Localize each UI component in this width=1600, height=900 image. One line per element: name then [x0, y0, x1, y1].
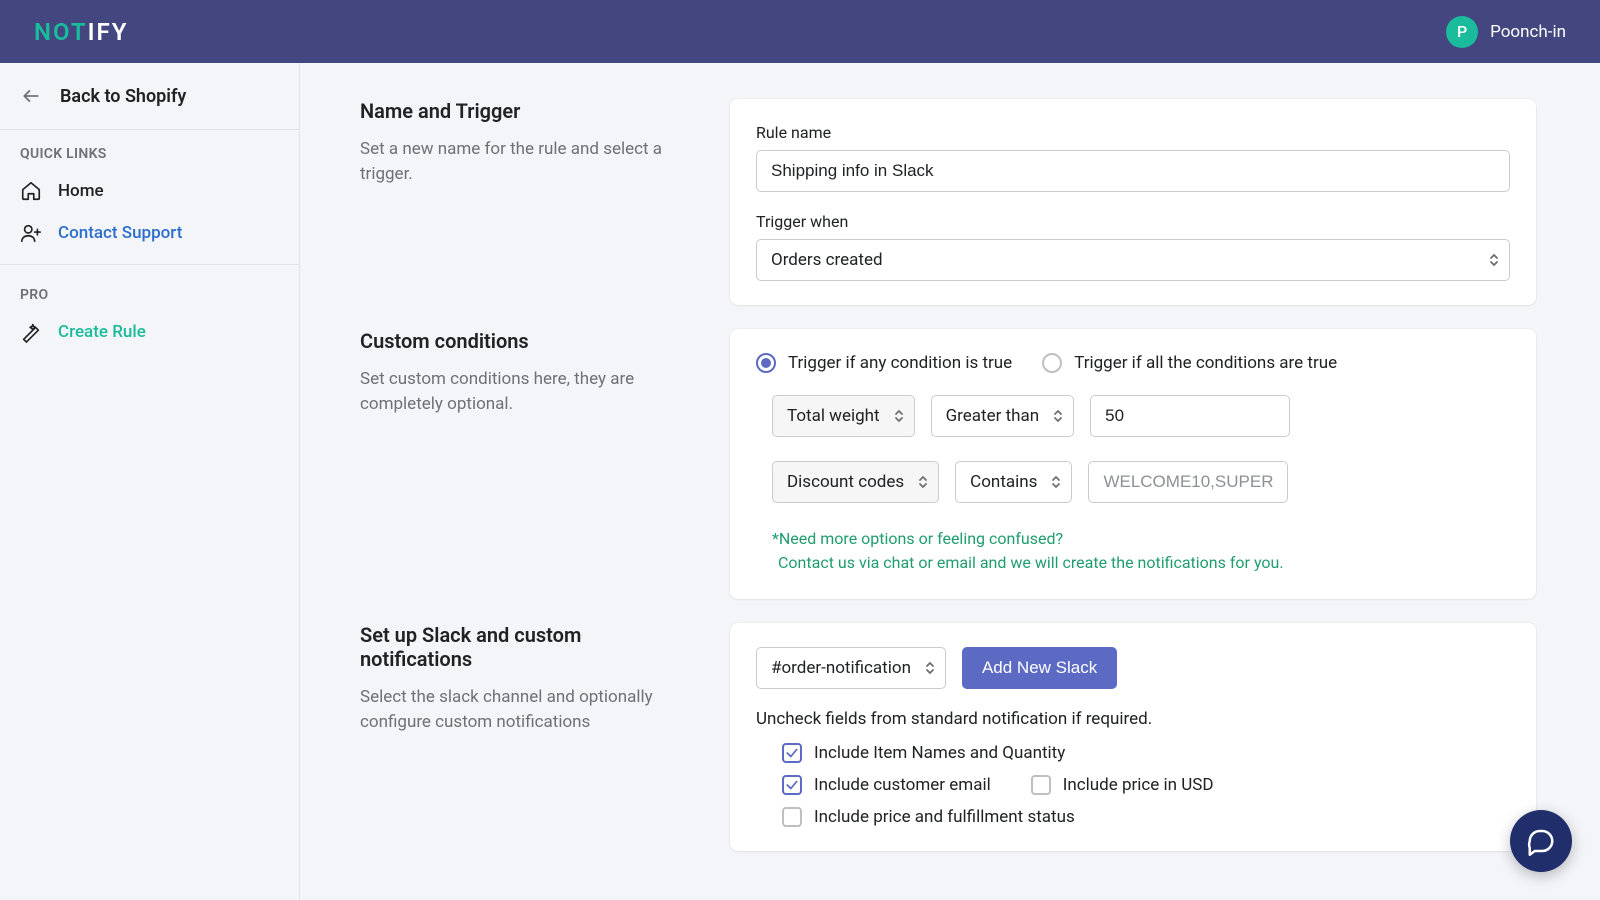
sidebar-item-label: Home [58, 181, 104, 201]
help-line-1: *Need more options or feeling confused? [772, 527, 1510, 551]
avatar: P [1446, 16, 1478, 48]
select-value: Contains [970, 472, 1037, 492]
uncheck-note: Uncheck fields from standard notificatio… [756, 709, 1510, 729]
arrow-left-icon [20, 85, 42, 107]
sidebar-item-contact-support[interactable]: Contact Support [0, 212, 299, 254]
section-custom-conditions: Custom conditions Set custom conditions … [360, 329, 1536, 599]
checkbox-label: Include price in USD [1063, 775, 1214, 795]
section-title: Custom conditions [360, 329, 690, 353]
app-logo: NOTIFY [34, 18, 128, 46]
updown-icon [1051, 474, 1061, 490]
back-label: Back to Shopify [60, 86, 186, 107]
app-header: NOTIFY P Poonch-in [0, 0, 1600, 63]
help-text: *Need more options or feeling confused? … [756, 527, 1510, 575]
slack-channel-select[interactable]: #order-notification [756, 647, 946, 689]
radio-any-condition[interactable]: Trigger if any condition is true [756, 353, 1012, 373]
name-trigger-card: Rule name Trigger when Orders created [730, 99, 1536, 305]
wand-icon [20, 321, 42, 343]
trigger-when-select[interactable]: Orders created [756, 239, 1510, 281]
updown-icon [925, 660, 935, 676]
checkbox-include-price-usd[interactable]: Include price in USD [1031, 775, 1214, 795]
checkbox-label: Include customer email [814, 775, 991, 795]
pro-heading: PRO [0, 271, 299, 311]
sidebar-item-home[interactable]: Home [0, 170, 299, 212]
sidebar-item-label: Create Rule [58, 322, 146, 342]
section-description: Set a new name for the rule and select a… [360, 137, 690, 186]
condition-operator-select[interactable]: Greater than [931, 395, 1075, 437]
sidebar: Back to Shopify QUICK LINKS Home Contact… [0, 63, 300, 900]
select-value: #order-notification [771, 658, 911, 678]
condition-field-select[interactable]: Discount codes [772, 461, 939, 503]
checkbox-include-price-fulfillment[interactable]: Include price and fulfillment status [782, 807, 1075, 827]
home-icon [20, 180, 42, 202]
condition-value-input[interactable] [1090, 395, 1290, 437]
updown-icon [1053, 408, 1063, 424]
person-plus-icon [20, 222, 42, 244]
logo-text-right: IFY [88, 18, 129, 46]
section-title: Set up Slack and custom notifications [360, 623, 690, 671]
checkbox-icon [1031, 775, 1051, 795]
select-value: Orders created [771, 250, 883, 270]
checkbox-icon [782, 743, 802, 763]
checkbox-label: Include price and fulfillment status [814, 807, 1075, 827]
avatar-letter: P [1457, 22, 1467, 41]
radio-icon [756, 353, 776, 373]
select-value: Discount codes [787, 472, 904, 492]
checkbox-icon [782, 775, 802, 795]
condition-row-2: Discount codes Contains [756, 461, 1510, 503]
checkbox-include-items-qty[interactable]: Include Item Names and Quantity [782, 743, 1065, 763]
checkbox-icon [782, 807, 802, 827]
condition-operator-select[interactable]: Contains [955, 461, 1072, 503]
checkbox-include-customer-email[interactable]: Include customer email [782, 775, 991, 795]
radio-icon [1042, 353, 1062, 373]
notification-options: Include Item Names and Quantity Include … [756, 743, 1510, 827]
section-description: Select the slack channel and optionally … [360, 685, 690, 734]
section-slack-notifications: Set up Slack and custom notifications Se… [360, 623, 1536, 851]
section-description: Set custom conditions here, they are com… [360, 367, 690, 416]
select-value: Greater than [946, 406, 1040, 426]
updown-icon [1489, 252, 1499, 268]
back-to-shopify[interactable]: Back to Shopify [0, 63, 299, 130]
radio-label: Trigger if any condition is true [788, 353, 1012, 373]
updown-icon [918, 474, 928, 490]
radio-label: Trigger if all the conditions are true [1074, 353, 1337, 373]
sidebar-item-create-rule[interactable]: Create Rule [0, 311, 299, 353]
slack-card: #order-notification Add New Slack Unchec… [730, 623, 1536, 851]
username: Poonch-in [1490, 22, 1566, 42]
conditions-card: Trigger if any condition is true Trigger… [730, 329, 1536, 599]
rule-name-label: Rule name [756, 123, 1510, 142]
add-new-slack-button[interactable]: Add New Slack [962, 647, 1117, 689]
main-content: Name and Trigger Set a new name for the … [300, 63, 1600, 900]
help-line-2: Contact us via chat or email and we will… [772, 551, 1510, 575]
quick-links-heading: QUICK LINKS [0, 130, 299, 170]
rule-name-input[interactable] [756, 150, 1510, 192]
logo-text-left: NOT [34, 18, 88, 46]
condition-row-1: Total weight Greater than [756, 395, 1510, 437]
select-value: Total weight [787, 406, 880, 426]
radio-all-conditions[interactable]: Trigger if all the conditions are true [1042, 353, 1337, 373]
section-title: Name and Trigger [360, 99, 690, 123]
condition-field-select[interactable]: Total weight [772, 395, 915, 437]
chat-fab[interactable] [1510, 810, 1572, 872]
chat-icon [1526, 826, 1556, 856]
user-menu[interactable]: P Poonch-in [1446, 16, 1566, 48]
checkbox-label: Include Item Names and Quantity [814, 743, 1065, 763]
updown-icon [894, 408, 904, 424]
condition-value-input[interactable] [1088, 461, 1288, 503]
sidebar-item-label: Contact Support [58, 223, 182, 243]
trigger-when-label: Trigger when [756, 212, 1510, 231]
section-name-and-trigger: Name and Trigger Set a new name for the … [360, 99, 1536, 305]
sidebar-divider [0, 264, 299, 265]
